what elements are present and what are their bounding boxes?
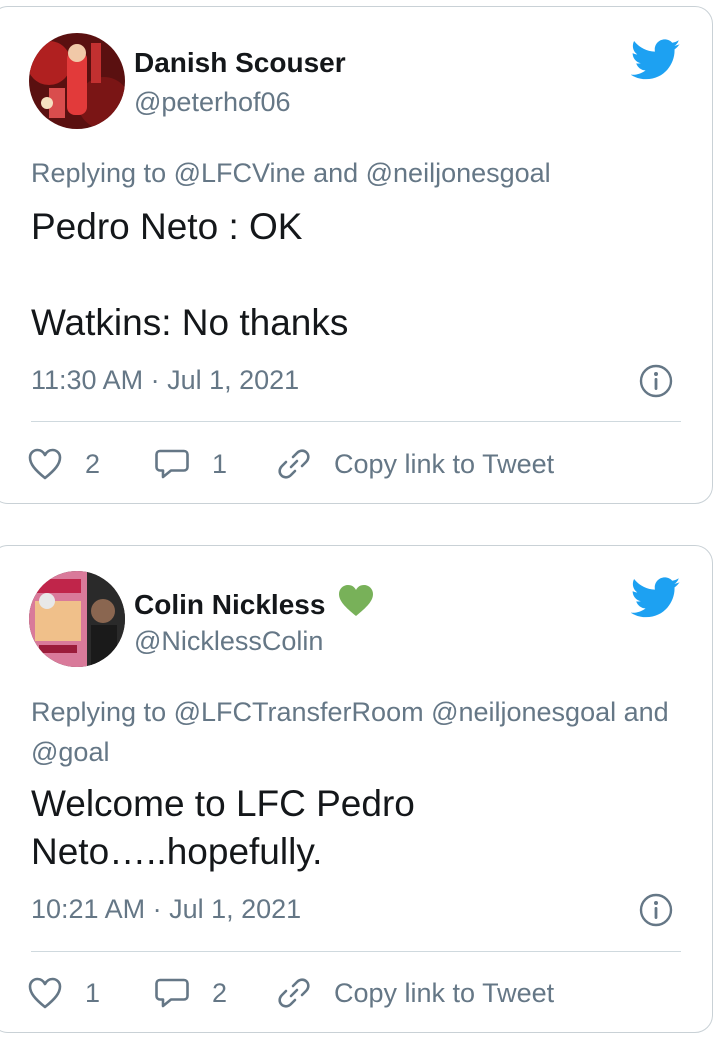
avatar[interactable] — [29, 571, 125, 667]
user-handle[interactable]: @peterhof06 — [134, 87, 291, 118]
green-heart-icon — [339, 585, 374, 616]
reply-count: 1 — [212, 448, 228, 479]
copy-link-label: Copy link to Tweet — [334, 448, 555, 479]
tweet-card[interactable]: Danish Scouser @peterhof06 Replying to @… — [0, 6, 713, 504]
like-count: 1 — [85, 977, 101, 1008]
copy-link-button[interactable]: Copy link to Tweet — [276, 976, 554, 1010]
display-name[interactable]: Danish Scouser — [134, 47, 346, 79]
replying-to-prefix: Replying to — [31, 158, 167, 188]
reply-bubble-icon — [155, 449, 189, 479]
link-icon — [278, 978, 310, 1008]
tweet-text: Welcome to LFC Pedro Neto…..hopefully. — [31, 783, 415, 872]
info-icon[interactable] — [639, 364, 673, 398]
reply-bubble-icon — [155, 978, 189, 1008]
divider — [31, 421, 681, 422]
info-icon[interactable] — [639, 893, 673, 927]
heart-icon — [28, 977, 62, 1009]
display-name[interactable]: Colin Nickless — [134, 584, 375, 621]
replying-to-prefix: Replying to — [31, 697, 167, 727]
reply-button[interactable]: 1 — [154, 447, 227, 481]
replying-to: Replying to @LFCVine and @neiljonesgoal — [31, 153, 681, 193]
like-button[interactable]: 1 — [27, 976, 100, 1010]
like-count: 2 — [85, 448, 101, 479]
copy-link-button[interactable]: Copy link to Tweet — [276, 447, 554, 481]
tweet-card[interactable]: Colin Nickless @NicklessColin Replying t… — [0, 545, 713, 1033]
tweet-text: Pedro Neto : OK Watkins: No thanks — [31, 206, 349, 343]
avatar[interactable] — [29, 33, 125, 129]
heart-icon — [28, 448, 62, 480]
reply-button[interactable]: 2 — [154, 976, 227, 1010]
twitter-bird-icon[interactable] — [631, 39, 681, 81]
replying-to: Replying to @LFCTransferRoom @neiljonesg… — [31, 692, 681, 772]
divider — [31, 951, 681, 952]
reply-count: 2 — [212, 977, 228, 1008]
link-icon — [278, 449, 310, 479]
timestamp[interactable]: 10:21 AM · Jul 1, 2021 — [31, 894, 301, 925]
like-button[interactable]: 2 — [27, 447, 100, 481]
display-name-text: Colin Nickless — [134, 589, 326, 620]
replying-to-targets[interactable]: @LFCVine and @neiljonesgoal — [174, 158, 551, 188]
timestamp[interactable]: 11:30 AM · Jul 1, 2021 — [31, 365, 299, 396]
copy-link-label: Copy link to Tweet — [334, 977, 555, 1008]
twitter-bird-icon[interactable] — [631, 577, 681, 619]
user-handle[interactable]: @NicklessColin — [134, 626, 323, 657]
